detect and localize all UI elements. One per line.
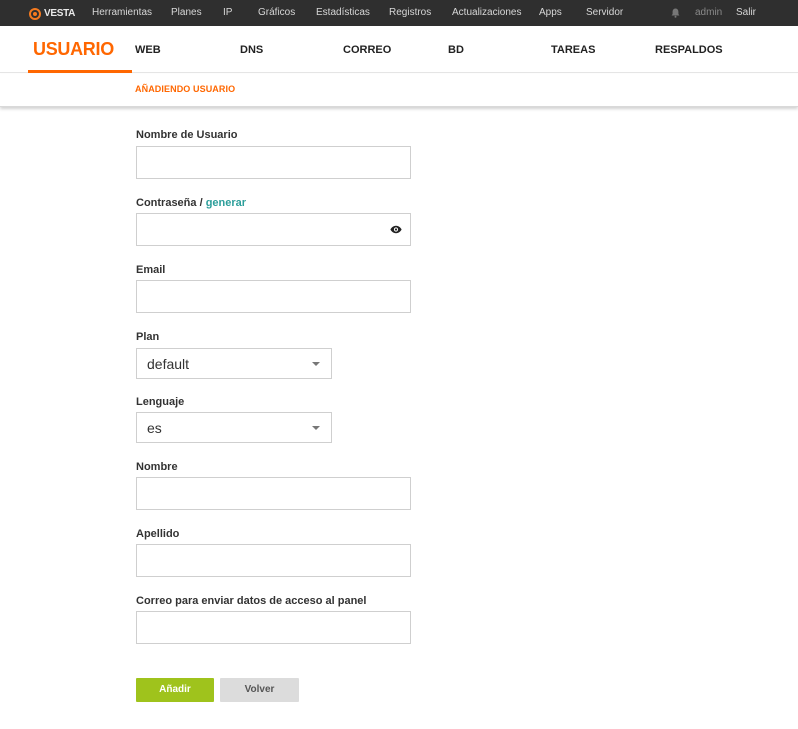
tab-respaldos[interactable]: RESPALDOS: [655, 26, 723, 73]
language-selected-value: es: [147, 420, 162, 436]
vesta-logo[interactable]: VESTA: [29, 7, 75, 20]
firstname-label: Nombre: [136, 461, 178, 473]
tab-usuario[interactable]: USUARIO: [33, 26, 114, 73]
plan-label: Plan: [136, 331, 160, 343]
password-label-row: Contraseña / generar: [136, 197, 246, 209]
tab-bd[interactable]: BD: [448, 26, 464, 73]
notify-email-input[interactable]: [136, 611, 411, 644]
topnav-herramientas[interactable]: Herramientas: [92, 0, 152, 26]
tab-tareas[interactable]: TAREAS: [551, 26, 595, 73]
password-label-separator: /: [196, 197, 206, 209]
generate-password-link[interactable]: generar: [206, 197, 246, 209]
tab-web[interactable]: WEB: [135, 26, 161, 73]
back-button[interactable]: Volver: [220, 678, 299, 702]
plan-selected-value: default: [147, 356, 190, 372]
logo-text: VESTA: [44, 8, 76, 19]
bell-icon[interactable]: [671, 8, 680, 18]
topnav-servidor[interactable]: Servidor: [586, 0, 623, 26]
language-select[interactable]: es: [136, 412, 332, 443]
tab-dns[interactable]: DNS: [240, 26, 263, 73]
add-button[interactable]: Añadir: [136, 678, 214, 702]
plan-select[interactable]: default: [136, 348, 332, 379]
active-tab-indicator: [28, 70, 132, 73]
topnav-ip[interactable]: IP: [223, 0, 232, 26]
topnav-planes[interactable]: Planes: [171, 0, 202, 26]
topnav-apps[interactable]: Apps: [539, 0, 562, 26]
page-subheader: AÑADIENDO USUARIO: [0, 74, 798, 107]
logout-link[interactable]: Salir: [736, 0, 756, 26]
password-input[interactable]: [136, 213, 411, 246]
chevron-down-icon: [312, 426, 320, 430]
email-input[interactable]: [136, 280, 411, 313]
notify-email-label: Correo para enviar datos de acceso al pa…: [136, 595, 367, 607]
password-label: Contraseña: [136, 197, 197, 209]
top-navigation-bar: VESTA Herramientas Planes IP Gráficos Es…: [0, 0, 798, 26]
username-label: Nombre de Usuario: [136, 129, 238, 141]
page-title: AÑADIENDO USUARIO: [135, 84, 236, 94]
lastname-input[interactable]: [136, 544, 411, 577]
lastname-label: Apellido: [136, 528, 180, 540]
topnav-actualizaciones[interactable]: Actualizaciones: [452, 0, 521, 26]
topnav-registros[interactable]: Registros: [389, 0, 431, 26]
chevron-down-icon: [312, 362, 320, 366]
eye-icon[interactable]: [390, 225, 402, 234]
username-input[interactable]: [136, 146, 411, 179]
logo-icon: [29, 7, 41, 20]
language-label: Lenguaje: [136, 396, 185, 408]
firstname-input[interactable]: [136, 477, 411, 510]
email-label: Email: [136, 264, 166, 276]
current-user[interactable]: admin: [695, 0, 722, 26]
topnav-estadisticas[interactable]: Estadísticas: [316, 0, 370, 26]
topnav-graficos[interactable]: Gráficos: [258, 0, 295, 26]
section-tabs: USUARIO WEB DNS CORREO BD TAREAS RESPALD…: [0, 26, 798, 73]
tab-correo[interactable]: CORREO: [343, 26, 391, 73]
